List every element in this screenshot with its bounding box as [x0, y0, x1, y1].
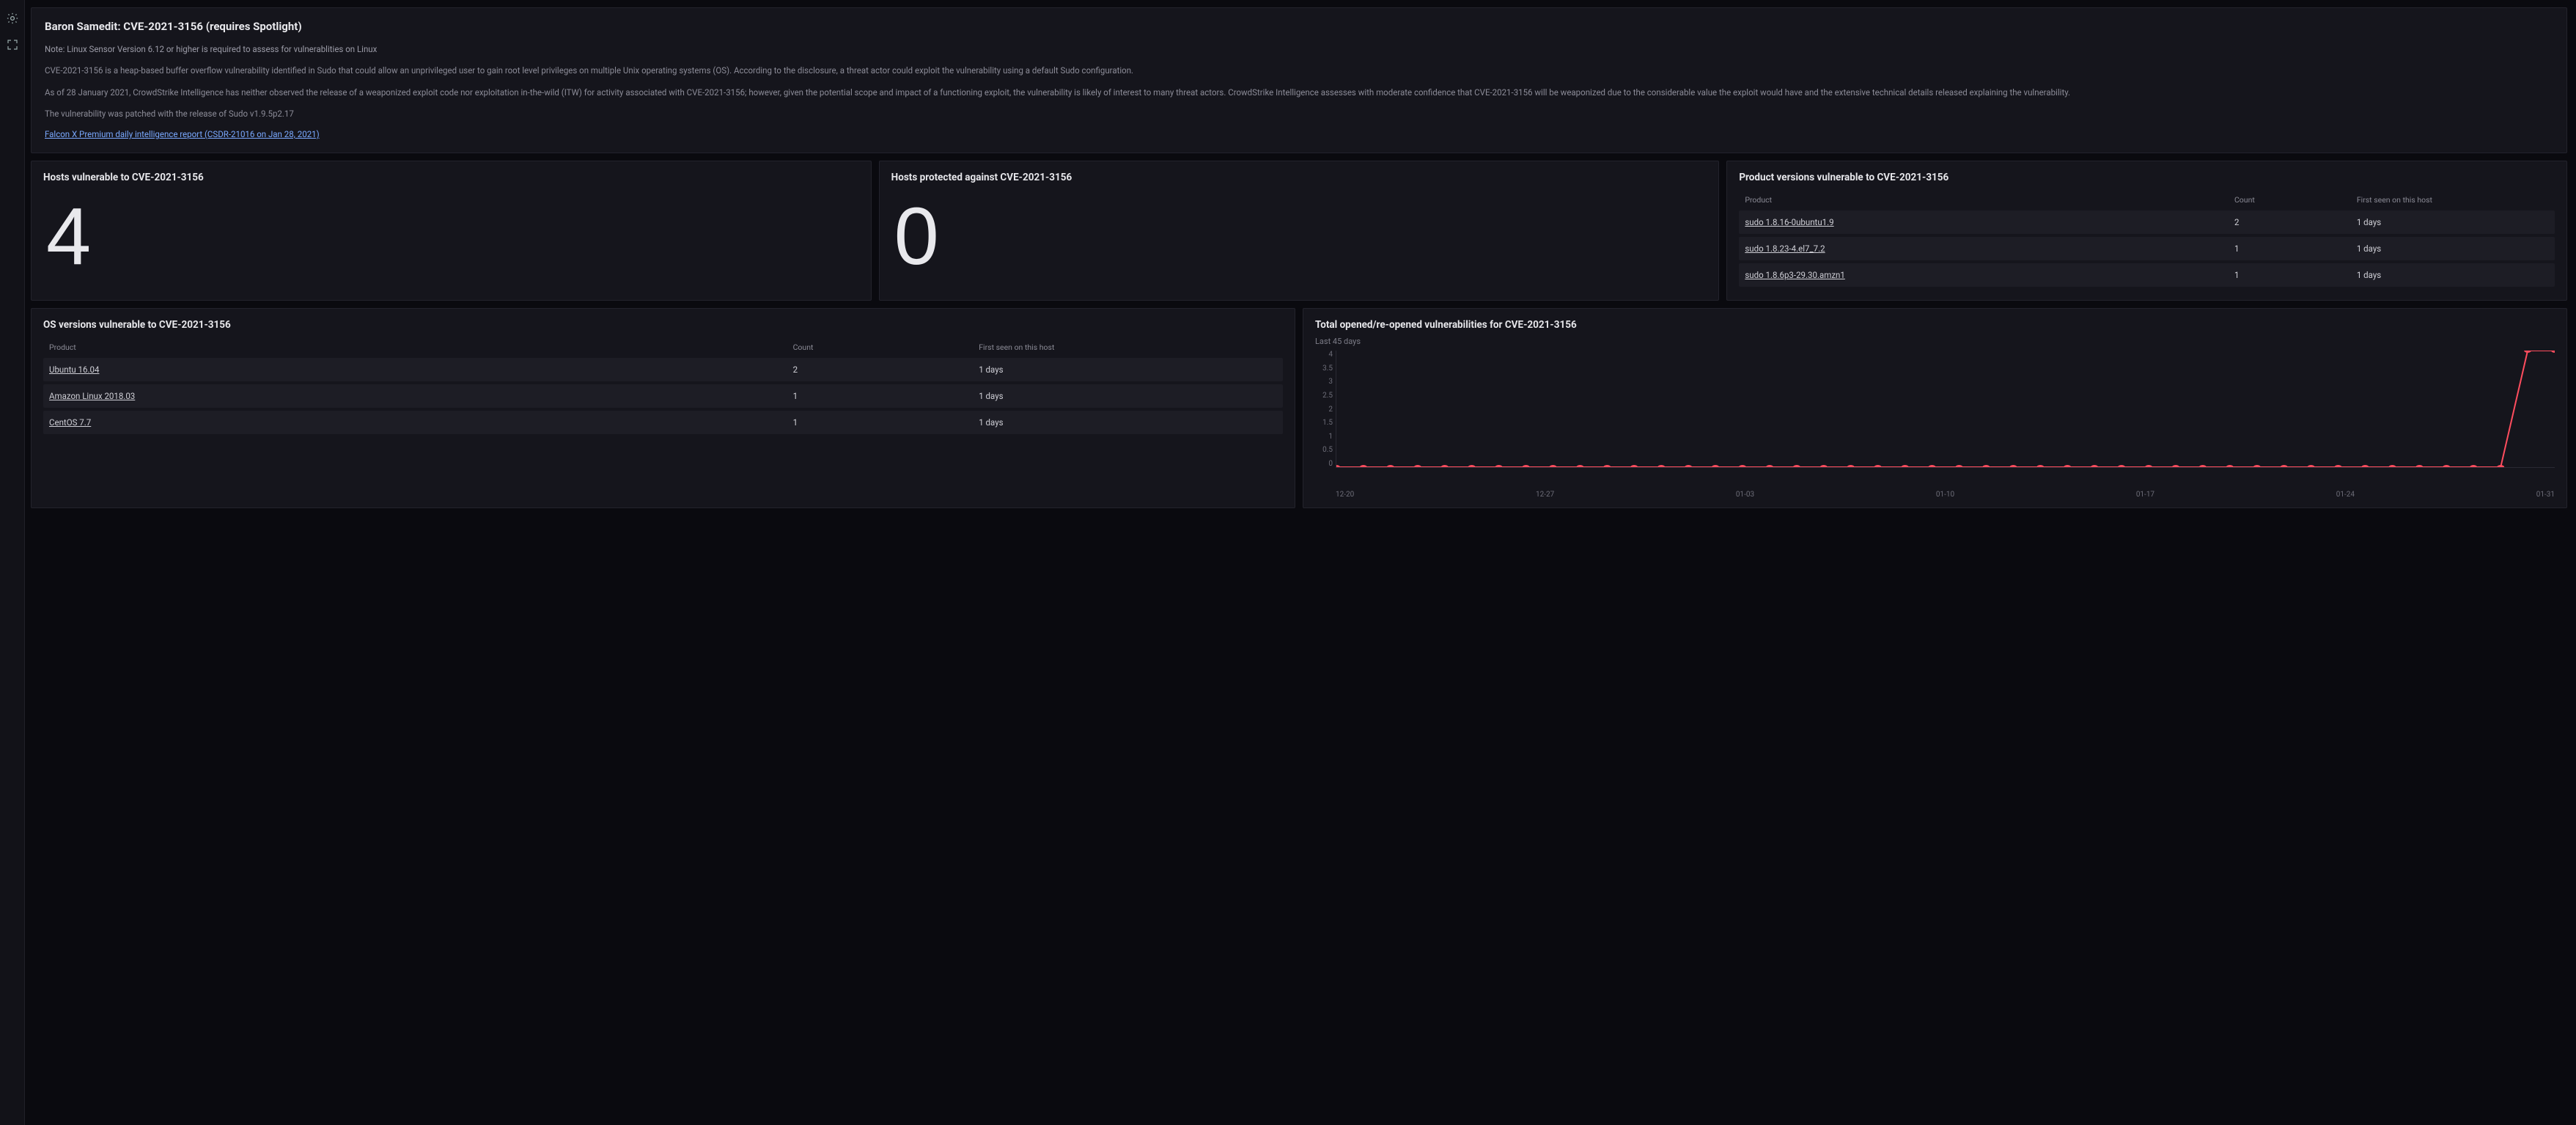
y-tick: 1.5 — [1315, 419, 1333, 427]
first-seen-cell: 1 days — [973, 411, 1283, 434]
x-tick: 12-27 — [1536, 491, 1554, 499]
y-tick: 0.5 — [1315, 446, 1333, 454]
table-row: sudo 1.8.16-0ubuntu1.9 21 days — [1739, 210, 2555, 234]
y-tick: 4 — [1315, 351, 1333, 359]
vuln-chart-panel: Total opened/re-opened vulnerabilities f… — [1303, 308, 2567, 508]
count-cell: 1 — [2229, 263, 2351, 287]
os-versions-panel: OS versions vulnerable to CVE-2021-3156 … — [31, 308, 1295, 508]
expand-icon[interactable] — [4, 37, 21, 53]
col-count: Count — [2229, 192, 2351, 208]
header-p1: CVE-2021-3156 is a heap-based buffer ove… — [45, 65, 2553, 77]
header-note: Note: Linux Sensor Version 6.12 or highe… — [45, 43, 2553, 56]
y-tick: 2 — [1315, 406, 1333, 414]
y-tick: 2.5 — [1315, 392, 1333, 400]
col-first-seen: First seen on this host — [973, 340, 1283, 355]
side-rail — [0, 0, 25, 1125]
table-row: Amazon Linux 2018.03 11 days — [43, 384, 1283, 408]
intel-report-link[interactable]: Falcon X Premium daily intelligence repo… — [45, 129, 320, 139]
count-cell: 1 — [787, 384, 974, 408]
hosts-protected-panel: Hosts protected against CVE-2021-3156 0 — [879, 161, 1720, 301]
chart-x-ticks: 12-20 12-27 01-03 01-10 01-17 01-24 01-31 — [1336, 491, 2555, 499]
first-seen-cell: 1 days — [2351, 263, 2555, 287]
hosts-vulnerable-title: Hosts vulnerable to CVE-2021-3156 — [43, 172, 859, 183]
product-link[interactable]: sudo 1.8.6p3-29.30.amzn1 — [1745, 270, 1845, 280]
product-link[interactable]: Amazon Linux 2018.03 — [49, 391, 135, 401]
x-tick: 12-20 — [1336, 491, 1354, 499]
col-first-seen: First seen on this host — [2351, 192, 2555, 208]
count-cell: 1 — [787, 411, 974, 434]
product-link[interactable]: Ubuntu 16.04 — [49, 364, 99, 375]
vuln-chart-subcaption: Last 45 days — [1315, 337, 2555, 346]
chart-y-ticks: 4 3.5 3 2.5 2 1.5 1 0.5 0 — [1315, 351, 1336, 468]
product-versions-panel: Product versions vulnerable to CVE-2021-… — [1726, 161, 2567, 301]
page-title: Baron Samedit: CVE-2021-3156 (requires S… — [45, 20, 2553, 33]
first-seen-cell: 1 days — [2351, 237, 2555, 260]
y-tick: 3 — [1315, 378, 1333, 386]
vuln-chart-title: Total opened/re-opened vulnerabilities f… — [1315, 319, 2555, 331]
table-row: sudo 1.8.6p3-29.30.amzn1 11 days — [1739, 263, 2555, 287]
table-row: CentOS 7.7 11 days — [43, 411, 1283, 434]
product-versions-table: Product Count First seen on this host su… — [1739, 189, 2555, 290]
y-tick: 1 — [1315, 433, 1333, 441]
hosts-protected-value: 0 — [891, 189, 1707, 280]
os-versions-title: OS versions vulnerable to CVE-2021-3156 — [43, 319, 1283, 331]
col-product: Product — [43, 340, 787, 355]
main-content: Baron Samedit: CVE-2021-3156 (requires S… — [25, 0, 2576, 1125]
x-tick: 01-24 — [2336, 491, 2355, 499]
hosts-vulnerable-value: 4 — [43, 189, 859, 280]
first-seen-cell: 1 days — [973, 384, 1283, 408]
product-versions-title: Product versions vulnerable to CVE-2021-… — [1739, 172, 2555, 183]
dashboard-header-panel: Baron Samedit: CVE-2021-3156 (requires S… — [31, 7, 2567, 153]
count-cell: 1 — [2229, 237, 2351, 260]
x-tick: 01-17 — [2136, 491, 2154, 499]
count-cell: 2 — [787, 358, 974, 381]
x-tick: 01-10 — [1936, 491, 1954, 499]
first-seen-cell: 1 days — [2351, 210, 2555, 234]
x-tick: 01-31 — [2536, 491, 2555, 499]
col-product: Product — [1739, 192, 2229, 208]
product-link[interactable]: sudo 1.8.23-4.el7_7.2 — [1745, 243, 1825, 254]
col-count: Count — [787, 340, 974, 355]
x-tick: 01-03 — [1736, 491, 1754, 499]
product-link[interactable]: CentOS 7.7 — [49, 417, 91, 428]
chart-plot-area — [1336, 351, 2555, 468]
header-p3: The vulnerability was patched with the r… — [45, 108, 2553, 120]
hosts-protected-title: Hosts protected against CVE-2021-3156 — [891, 172, 1707, 183]
table-row: sudo 1.8.23-4.el7_7.2 11 days — [1739, 237, 2555, 260]
header-p2: As of 28 January 2021, CrowdStrike Intel… — [45, 87, 2553, 99]
y-tick: 3.5 — [1315, 364, 1333, 373]
gear-icon[interactable] — [4, 10, 21, 26]
table-row: Ubuntu 16.04 21 days — [43, 358, 1283, 381]
os-versions-table: Product Count First seen on this host Ub… — [43, 337, 1283, 437]
first-seen-cell: 1 days — [973, 358, 1283, 381]
hosts-vulnerable-panel: Hosts vulnerable to CVE-2021-3156 4 — [31, 161, 872, 301]
count-cell: 2 — [2229, 210, 2351, 234]
y-tick: 0 — [1315, 460, 1333, 468]
product-link[interactable]: sudo 1.8.16-0ubuntu1.9 — [1745, 217, 1833, 227]
